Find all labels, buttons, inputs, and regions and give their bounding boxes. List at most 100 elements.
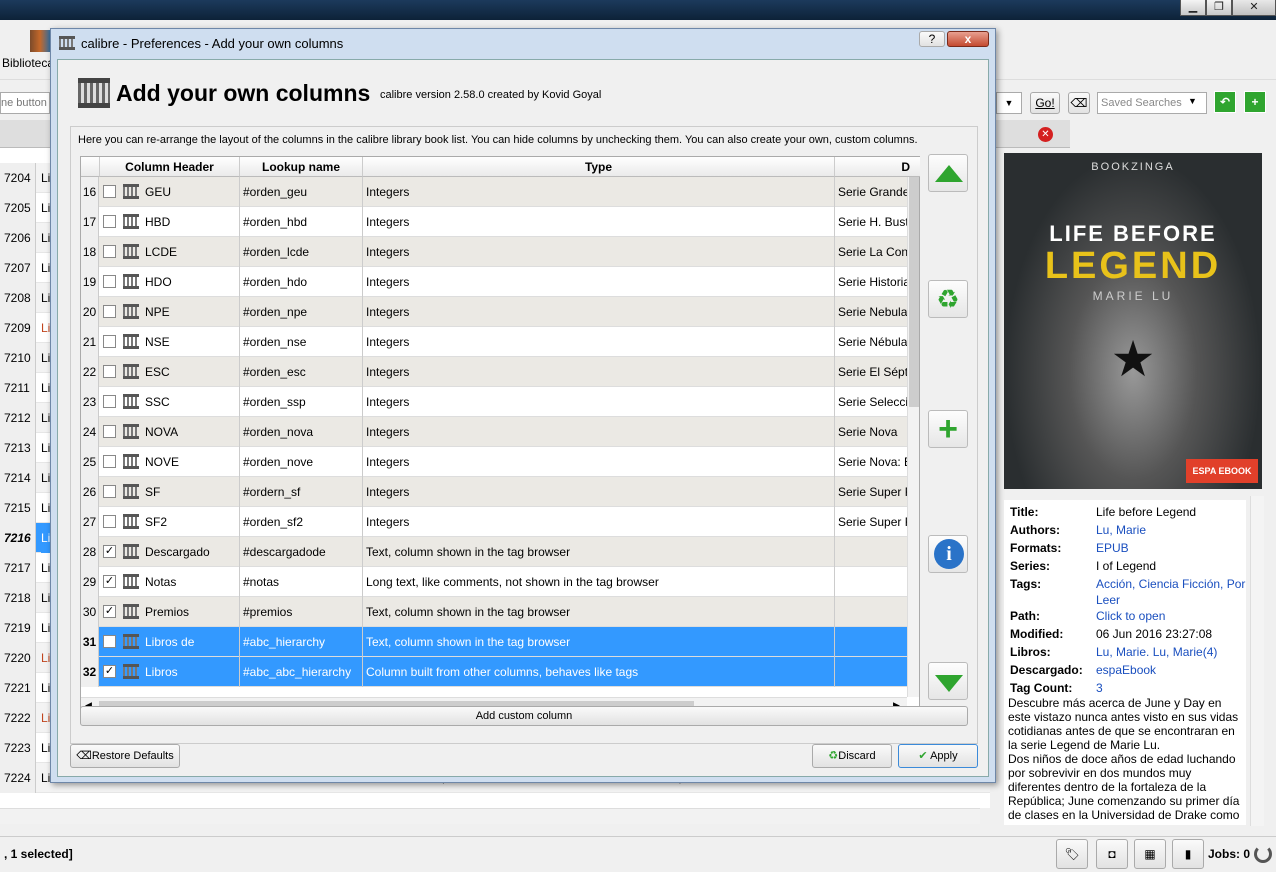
dialog-close-button[interactable]: x [947,31,989,47]
column-visible-checkbox[interactable] [103,515,116,528]
column-visible-checkbox[interactable] [103,185,116,198]
details-scrollbar[interactable] [1250,496,1264,826]
copy-search-icon[interactable]: ↶ [1214,91,1236,113]
column-row[interactable]: 26 SF #ordern_sfIntegersSerie Super Fic [81,477,907,507]
close-tab-icon[interactable]: ✕ [1038,127,1053,142]
detail-value[interactable]: EPUB [1096,540,1256,556]
column-row[interactable]: 16 GEU #orden_geuIntegersSerie Grandes [81,177,907,207]
column-header-cell[interactable]: ESC [145,357,170,387]
move-up-button[interactable] [928,154,968,192]
column-header-title[interactable]: Column Header [99,157,239,177]
search-dropdown-button[interactable]: ▼ [996,92,1022,114]
column-visible-checkbox[interactable] [103,425,116,438]
detail-value[interactable]: Lu, Marie [1096,522,1256,538]
move-down-button[interactable] [928,662,968,700]
column-header-cell[interactable]: SSC [145,387,170,417]
maximize-button[interactable]: ❐ [1206,0,1232,16]
column-row[interactable]: 27 SF2 #orden_sf2IntegersSerie Super Fic [81,507,907,537]
column-visible-checkbox[interactable]: ✓ [103,545,116,558]
column-visible-checkbox[interactable]: ✓ [103,605,116,618]
go-button[interactable]: Go! [1030,92,1060,114]
apply-button[interactable]: ✔ Apply [898,744,978,768]
detail-value[interactable]: Lu, Marie. Lu, Marie(4) [1096,644,1256,660]
table-vertical-scrollbar[interactable] [907,177,919,697]
column-header-cell[interactable]: LCDE [145,237,177,267]
column-visible-checkbox[interactable] [103,215,116,228]
column-header-cell[interactable]: GEU [145,177,171,207]
column-header-cell[interactable]: NOVA [145,417,178,447]
library-label[interactable]: Biblioteca [2,56,54,70]
book-list-horizontal-scrollbar[interactable] [0,808,980,824]
description-cell [834,627,907,657]
column-header-cell[interactable]: SF [145,477,160,507]
help-button[interactable]: ? [919,31,945,47]
column-row[interactable]: 19 HDO #orden_hdoIntegersSerie Historia d [81,267,907,297]
column-row[interactable]: 25 NOVE #orden_noveIntegersSerie Nova: Éx [81,447,907,477]
detail-value[interactable]: Acción, Ciencia Ficción, Por Leer [1096,576,1256,608]
column-header-cell[interactable]: Libros [145,657,178,687]
tag-browser-icon[interactable]: 🏷 [1056,839,1088,869]
column-row[interactable]: 22 ESC #orden_escIntegersSerie El Séptim [81,357,907,387]
column-visible-checkbox[interactable] [103,275,116,288]
column-header-cell[interactable]: HBD [145,207,170,237]
save-search-icon[interactable]: + [1244,91,1266,113]
column-header-cell[interactable]: Descargado [145,537,210,567]
column-visible-checkbox[interactable] [103,485,116,498]
add-custom-column-button[interactable]: Add custom column [80,706,968,726]
column-visible-checkbox[interactable] [103,305,116,318]
column-header-cell[interactable]: NOVE [145,447,179,477]
apply-check-icon: ✔ [918,750,928,762]
column-visible-checkbox[interactable] [103,335,116,348]
add-column-button[interactable]: + [928,410,968,448]
discard-button[interactable]: ♻Discard [812,744,892,768]
column-row[interactable]: 17 HBD #orden_hbdIntegersSerie H. Busto [81,207,907,237]
cover-grid-icon[interactable]: ▦ [1134,839,1166,869]
book-details-icon[interactable]: ◘ [1096,839,1128,869]
column-header-cell[interactable]: Premios [145,597,189,627]
cover-browser-icon[interactable]: ▮ [1172,839,1204,869]
description-header[interactable]: D [834,157,920,177]
search-input[interactable]: ne button t [0,92,50,114]
column-row[interactable]: 29 ✓ Notas #notas Long text, like comments, … [81,567,907,597]
column-info-button[interactable]: i [928,535,968,573]
column-row[interactable]: 24 NOVA #orden_nova Integers Serie Nova [81,417,907,447]
book-cover[interactable]: BOOKZINGA LIFE BEFORE LEGEND MARIE LU ★ … [1004,153,1262,489]
columns-table[interactable]: Column Header Lookup name Type D 16 GEU #o… [80,156,920,716]
column-visible-checkbox[interactable] [103,245,116,258]
clear-search-icon[interactable]: ⌫ [1068,92,1090,114]
column-header-cell[interactable]: NSE [145,327,170,357]
detail-value[interactable]: espaEbook [1096,662,1256,678]
column-visible-checkbox[interactable] [103,395,116,408]
column-row[interactable]: 28 ✓ Descargado #descargadode Text, column s… [81,537,907,567]
column-header-cell[interactable]: NPE [145,297,170,327]
column-row[interactable]: 23 SSC #orden_sspIntegersSerie Seleccion [81,387,907,417]
jobs-count[interactable]: Jobs: 0 [1208,847,1250,861]
column-header-cell[interactable]: Libros de [145,627,194,657]
library-icon[interactable] [30,30,50,52]
lookup-name-cell: #orden_geu [239,177,362,207]
column-row[interactable]: 32 ✓ Libros #abc_abc_hierarchy Column built … [81,657,907,687]
close-window-button[interactable]: ✕ [1232,0,1276,16]
column-row[interactable]: 18 LCDE #orden_lcdeIntegersSerie La Conqu [81,237,907,267]
column-visible-checkbox[interactable] [103,455,116,468]
detail-value[interactable]: 3 [1096,680,1256,696]
type-header[interactable]: Type [362,157,834,177]
column-row[interactable]: 31 Libros de #abc_hierarchy Text, column sh… [81,627,907,657]
column-visible-checkbox[interactable]: ✓ [103,665,116,678]
column-visible-checkbox[interactable] [103,365,116,378]
vertical-scroll-thumb[interactable] [909,177,919,407]
restore-defaults-button[interactable]: ⌫Restore Defaults [70,744,180,768]
column-header-cell[interactable]: Notas [145,567,176,597]
detail-value[interactable]: Click to open [1096,608,1256,624]
column-visible-checkbox[interactable]: ✓ [103,575,116,588]
column-row[interactable]: 30 ✓ Premios #premios Text, column shown in … [81,597,907,627]
lookup-name-header[interactable]: Lookup name [239,157,362,177]
column-header-cell[interactable]: SF2 [145,507,167,537]
minimize-button[interactable]: ▁ [1180,0,1206,16]
remove-column-button[interactable]: ♻ [928,280,968,318]
saved-searches-dropdown-icon[interactable]: ▼ [1188,96,1197,106]
column-header-cell[interactable]: HDO [145,267,172,297]
column-row[interactable]: 21 NSE #orden_nseIntegersSerie Nébula 2 [81,327,907,357]
column-row[interactable]: 20 NPE #orden_npe Integers Serie Nebulae [81,297,907,327]
column-visible-checkbox[interactable] [103,635,116,648]
